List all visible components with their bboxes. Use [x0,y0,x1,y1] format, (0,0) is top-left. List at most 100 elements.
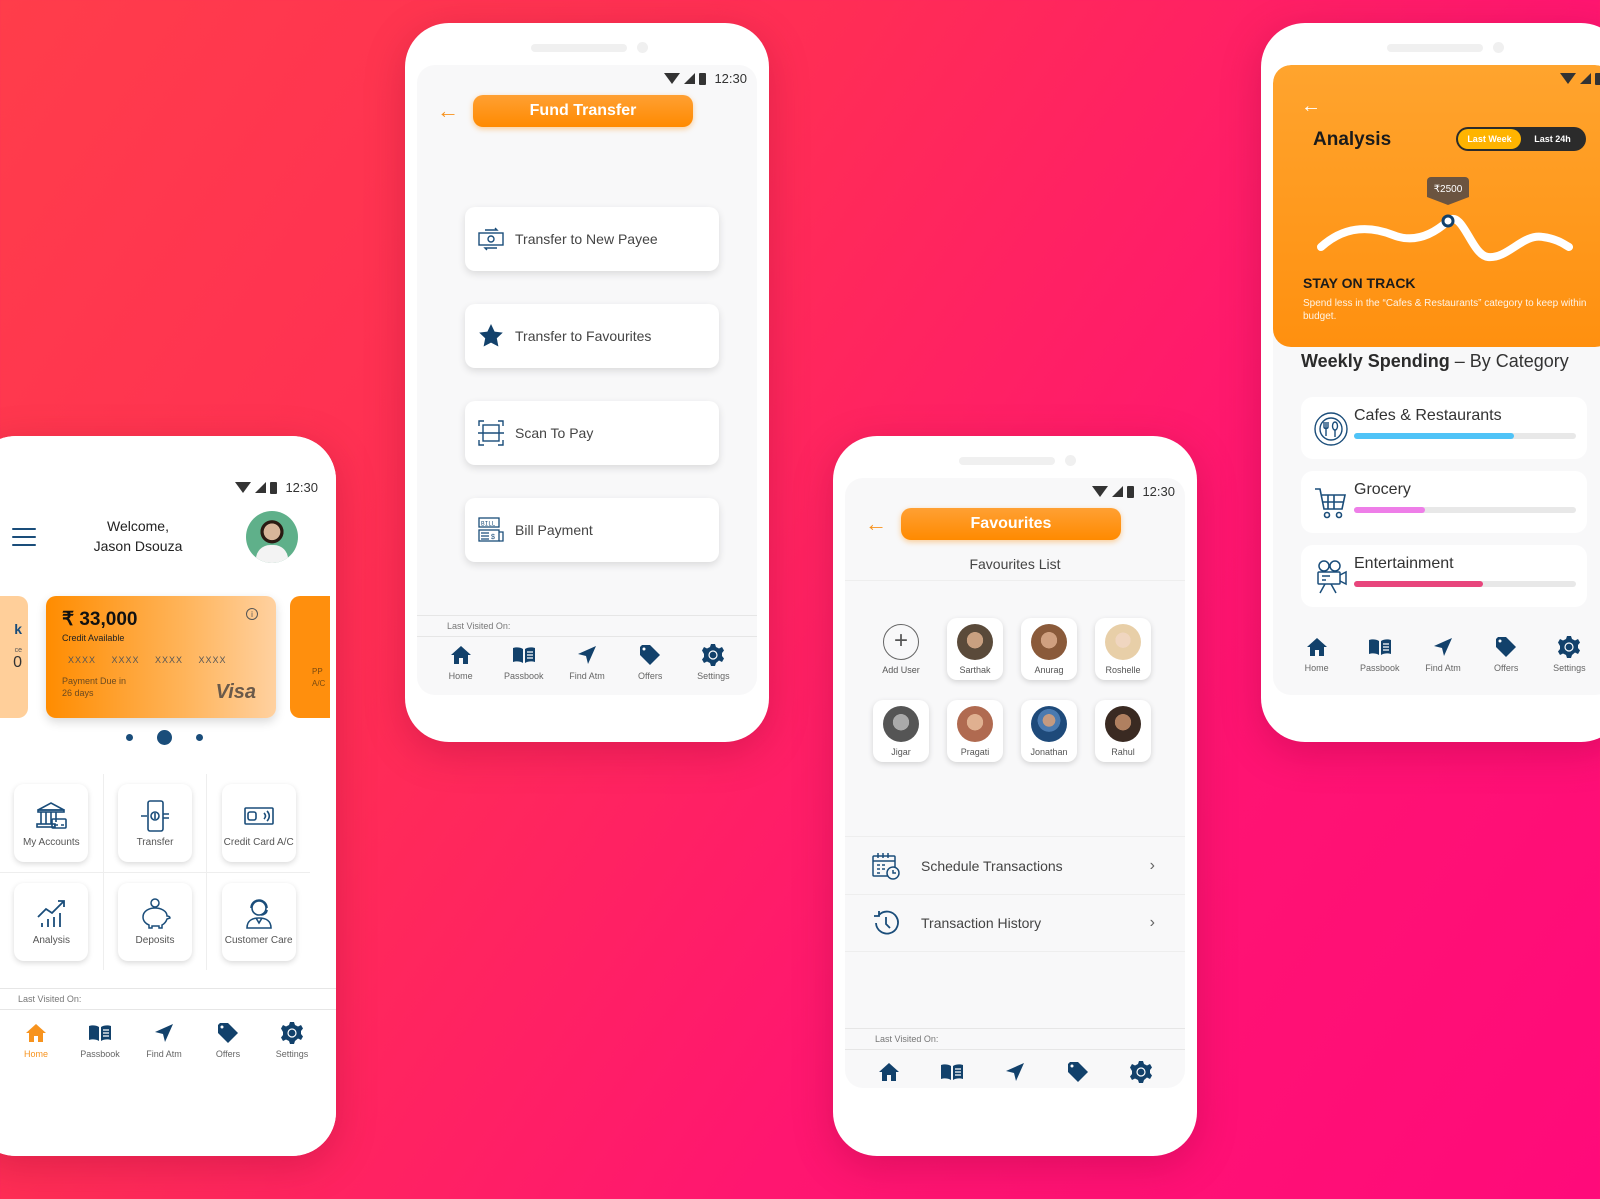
nav-label: Passbook [504,671,544,681]
favourite-user[interactable]: Roshelle [1095,618,1151,680]
nav-find-atm[interactable]: Find Atm [136,1021,192,1059]
nav-home[interactable]: Home [8,1021,64,1059]
category-card[interactable]: Entertainment [1301,545,1587,607]
back-arrow-icon[interactable]: ← [437,100,467,122]
tile-credit-card[interactable]: Credit Card A/C [221,784,296,862]
toggle-last-24h[interactable]: Last 24h [1521,129,1584,149]
battery-icon [270,481,278,494]
user-name: Anurag [1034,664,1064,675]
back-arrow-icon[interactable]: ← [865,513,895,535]
phone-analysis-screen: 12:30 ← Analysis Last Week Last 24h ₹250… [1261,23,1600,742]
profile-avatar[interactable] [246,511,298,563]
last-visited: Last Visited On: [0,988,336,1010]
progress-fill [1354,433,1514,439]
nav-label: Settings [1553,663,1586,673]
carousel-dot[interactable] [195,734,203,741]
nav-offers[interactable]: Offers [1050,1060,1106,1088]
nav-settings[interactable]: Settings [1541,635,1597,673]
transaction-history-row[interactable]: Transaction History › [845,894,1185,952]
category-card[interactable]: Cafes & Restaurants [1301,397,1587,459]
phone-speaker [531,44,627,52]
info-icon[interactable]: i [246,608,258,620]
nav-settings[interactable]: Settings [685,643,741,681]
home-icon [450,646,471,664]
support-agent-icon [245,899,272,929]
card-fragment: A/C [312,679,326,688]
option-scan-to-pay[interactable]: Scan To Pay [465,401,719,465]
nav-settings[interactable]: Settings [1113,1060,1169,1088]
plus-icon: + [883,623,919,660]
nav-label: Find Atm [569,671,605,681]
nav-offers[interactable]: Offers [200,1021,256,1059]
tile-customer-care[interactable]: Customer Care [221,882,296,961]
favourites-list-heading: Favourites List [845,556,1185,581]
carousel-dot-active[interactable] [156,730,172,745]
tag-icon [1068,1062,1089,1082]
nav-find-atm[interactable]: Find Atm [1415,635,1471,673]
user-name: Roshelle [1105,664,1141,675]
option-transfer-new-payee[interactable]: Transfer to New Payee [465,207,719,271]
home-icon [1306,638,1327,656]
hamburger-menu-icon[interactable] [12,528,36,552]
favourite-user[interactable]: Jonathan [1021,700,1077,762]
status-bar: 12:30 [664,71,747,86]
nav-home[interactable]: Home [1289,635,1345,673]
card-fragment: 0 [13,654,22,671]
tile-deposits[interactable]: Deposits [118,882,192,961]
progress-fill [1354,581,1483,587]
favourite-user[interactable]: Anurag [1021,618,1077,680]
schedule-transactions-row[interactable]: Schedule Transactions › [845,836,1185,894]
favourites-screen: 12:30 ← Favourites Favourites List + Add… [845,478,1185,1088]
svg-text:$: $ [491,534,495,541]
favourite-user[interactable]: Jigar [873,700,929,762]
add-user-button[interactable]: + Add User [873,618,929,680]
nav-passbook[interactable]: Passbook [924,1060,980,1088]
phone-speaker [959,457,1055,465]
phone-camera [1065,455,1076,466]
option-bill-payment[interactable]: BILL $ Bill Payment [465,498,719,562]
favourite-user[interactable]: Rahul [1095,700,1151,762]
status-bar: 12:30 [1092,484,1175,499]
nav-offers[interactable]: Offers [622,643,678,681]
toggle-last-week[interactable]: Last Week [1458,129,1521,149]
carousel-dot[interactable] [125,734,133,741]
row-label: Schedule Transactions [921,857,1063,874]
nav-passbook[interactable]: Passbook [72,1021,128,1059]
favourite-user[interactable]: Sarthak [947,618,1003,680]
card-brand: Visa [215,681,256,703]
payment-due: Payment Due in 26 days [62,675,152,699]
phone-favourites-screen: 12:30 ← Favourites Favourites List + Add… [833,436,1197,1156]
tile-my-accounts[interactable]: My Accounts [14,784,89,862]
bill-icon: BILL $ [478,517,504,542]
piggy-bank-icon [142,898,171,929]
signal-icon [1112,486,1124,497]
chevron-right-icon: › [1149,856,1155,874]
account-card-partial-left[interactable]: k ce 0 [0,596,28,718]
favourite-user[interactable]: Pragati [947,700,1003,762]
user-avatar [1031,705,1067,742]
nav-passbook[interactable]: Passbook [1352,635,1408,673]
history-icon [874,910,899,935]
nav-home[interactable]: Home [861,1060,917,1088]
user-name: Pragati [960,746,990,757]
nav-find-atm[interactable]: Find Atm [987,1060,1043,1088]
nav-offers[interactable]: Offers [1478,635,1534,673]
account-card-partial-right[interactable]: PP A/C [290,596,330,718]
nav-home[interactable]: Home [433,643,489,681]
cutlery-icon [1314,412,1348,446]
category-name: Entertainment [1354,555,1454,572]
tile-analysis[interactable]: Analysis [14,882,89,961]
passbook-icon [89,1025,111,1041]
nav-find-atm[interactable]: Find Atm [559,643,615,681]
back-arrow-icon[interactable]: ← [1301,95,1321,118]
nav-passbook[interactable]: Passbook [496,643,552,681]
user-avatar [1105,623,1141,660]
tile-transfer[interactable]: Transfer [118,784,192,862]
nav-settings[interactable]: Settings [264,1021,320,1059]
option-transfer-favourites[interactable]: Transfer to Favourites [465,304,719,368]
category-card[interactable]: Grocery [1301,471,1587,533]
credit-card[interactable]: ₹ 33,000 Credit Available XXXX XXXX XXXX… [46,596,276,718]
bank-icon [36,801,68,829]
phone-transfer-icon [141,799,169,832]
favourites-grid: + Add User Sarthak Anurag Roshelle Jigar… [873,618,1173,782]
